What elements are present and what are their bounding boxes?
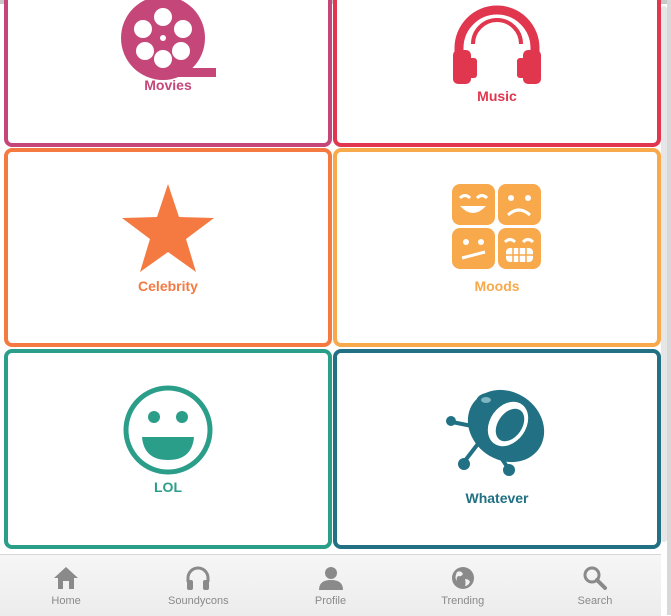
nav-label-trending: Trending xyxy=(441,595,485,607)
tile-label-lol: LOL xyxy=(154,479,182,495)
tile-label-music: Music xyxy=(477,88,517,104)
category-tile-lol[interactable]: LOL xyxy=(4,349,332,549)
category-tile-movies[interactable]: Movies xyxy=(4,0,332,147)
nav-item-profile[interactable]: Profile xyxy=(264,555,396,616)
home-icon xyxy=(54,567,79,589)
category-tile-celebrity[interactable]: Celebrity xyxy=(4,148,332,347)
bottom-navigation-bar: Home Soundycons Profile Trending Search xyxy=(0,554,661,616)
headphones-icon xyxy=(453,5,541,84)
tile-label-movies: Movies xyxy=(144,77,192,93)
search-icon xyxy=(583,566,607,590)
ufo-icon xyxy=(446,389,545,476)
nav-label-search: Search xyxy=(577,595,613,607)
emoji-faces-icon xyxy=(452,184,541,269)
smiley-face-icon xyxy=(123,385,213,475)
tile-label-moods: Moods xyxy=(474,278,520,294)
scrollbar-thumb[interactable] xyxy=(661,6,667,542)
star-icon xyxy=(122,184,214,272)
headphones-icon xyxy=(186,566,210,590)
nav-item-trending[interactable]: Trending xyxy=(397,555,529,616)
nav-item-soundycons[interactable]: Soundycons xyxy=(132,555,264,616)
category-tile-moods[interactable]: Moods xyxy=(333,148,661,347)
nav-label-profile: Profile xyxy=(314,595,347,607)
scrollbar-track[interactable] xyxy=(667,0,671,615)
nav-item-home[interactable]: Home xyxy=(0,555,132,616)
tile-label-whatever: Whatever xyxy=(465,490,529,506)
category-tile-music[interactable]: Music xyxy=(333,0,661,147)
nav-item-search[interactable]: Search xyxy=(529,555,661,616)
category-tile-whatever[interactable]: Whatever xyxy=(333,349,661,549)
tile-label-celebrity: Celebrity xyxy=(138,278,198,294)
film-reel-icon xyxy=(121,0,216,80)
nav-label-soundycons: Soundycons xyxy=(168,595,229,607)
nav-label-home: Home xyxy=(51,595,81,607)
globe-icon xyxy=(451,567,474,589)
user-icon xyxy=(318,567,343,590)
